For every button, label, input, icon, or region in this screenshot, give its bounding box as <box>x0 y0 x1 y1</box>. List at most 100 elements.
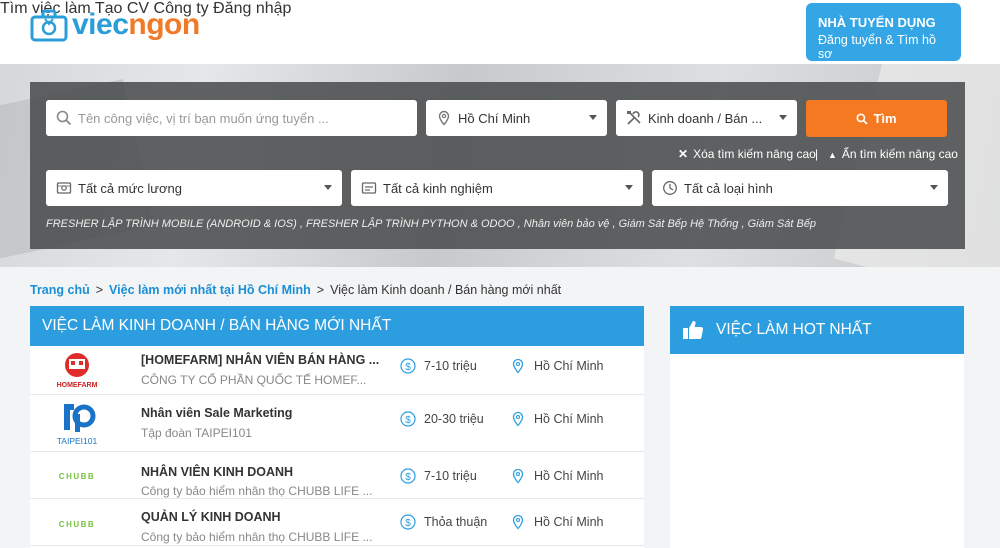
chevron-down-icon <box>324 185 332 190</box>
svg-text:$: $ <box>405 472 411 483</box>
search-icon <box>56 110 72 126</box>
hot-keyword-link[interactable]: FRESHER LẬP TRÌNH MOBILE (ANDROID & IOS) <box>46 218 297 230</box>
hide-advanced-label: Ẩn tìm kiếm nâng cao <box>841 147 958 161</box>
breadcrumb-latest-jobs[interactable]: Việc làm mới nhất tại Hồ Chí Minh <box>109 283 311 297</box>
company-logo[interactable]: CHUBB <box>52 455 102 495</box>
job-title[interactable]: QUẢN LÝ KINH DOANH <box>141 510 281 524</box>
search-button[interactable]: Tìm <box>806 100 947 137</box>
keyword-separator: , <box>738 218 748 230</box>
map-pin-icon <box>512 411 524 427</box>
dollar-icon: $ <box>400 514 416 530</box>
job-salary-value: Thỏa thuận <box>424 515 488 529</box>
company-logo-text: CHUBB <box>59 520 95 529</box>
job-row[interactable]: CHUBB QUẢN LÝ KINH DOANH Công ty bảo hiể… <box>30 499 644 546</box>
job-salary-value: 7-10 triệu <box>424 469 477 483</box>
job-location-value: Hồ Chí Minh <box>534 359 604 373</box>
job-row[interactable]: HOMEFARM [HOMEFARM] NHÂN VIÊN BÁN HÀNG .… <box>30 346 644 395</box>
job-type-value: Tất cả loại hình <box>684 180 773 196</box>
job-company[interactable]: Công ty bảo hiểm nhân thọ CHUBB LIFE ... <box>141 530 372 544</box>
nav-login[interactable]: Đăng nhập <box>213 0 291 17</box>
job-salary-value: 20-30 triệu <box>424 412 484 426</box>
company-logo[interactable]: CHUBB <box>52 502 102 542</box>
dollar-icon: $ <box>400 468 416 484</box>
hot-keywords: FRESHER LẬP TRÌNH MOBILE (ANDROID & IOS)… <box>46 218 816 230</box>
job-salary: $ Thỏa thuận <box>400 514 487 530</box>
hot-keyword-link[interactable]: Giám Sát Bếp <box>748 218 816 230</box>
chevron-up-icon: ▲ <box>828 150 837 160</box>
breadcrumb-current: Việc làm Kinh doanh / Bán hàng mới nhất <box>330 283 562 297</box>
site-header: viecngon Tìm việc làm Tạo CV Công ty Đăn… <box>0 0 1000 64</box>
job-title[interactable]: [HOMEFARM] NHÂN VIÊN BÁN HÀNG ... <box>141 353 379 367</box>
keyword-separator: , <box>514 218 524 230</box>
job-location: Hồ Chí Minh <box>510 468 603 484</box>
search-icon <box>856 112 868 125</box>
job-title[interactable]: NHÂN VIÊN KINH DOANH <box>141 465 293 479</box>
logo-wordmark: viecngon <box>72 8 200 41</box>
hero-banner: Tên công việc, vị trí bạn muốn ứng tuyển… <box>0 64 1000 267</box>
site-logo[interactable]: viecngon <box>30 8 200 42</box>
map-pin-icon <box>512 514 524 530</box>
breadcrumb-home[interactable]: Trang chủ <box>30 283 90 297</box>
company-logo[interactable]: HOMEFARM <box>52 350 102 390</box>
thumbs-up-icon <box>683 321 704 339</box>
hot-keyword-link[interactable]: FRESHER LẬP TRÌNH PYTHON & ODOO <box>306 218 515 230</box>
job-location: Hồ Chí Minh <box>510 411 603 427</box>
location-select[interactable]: Hồ Chí Minh <box>426 100 607 136</box>
job-company[interactable]: CÔNG TY CỔ PHẦN QUỐC TẾ HOMEF... <box>141 373 366 387</box>
hot-jobs-header: VIỆC LÀM HOT NHẤT <box>670 306 964 354</box>
chevron-down-icon <box>930 185 938 190</box>
experience-select[interactable]: Tất cả kinh nghiệm <box>351 170 643 206</box>
job-row[interactable]: TAIPEI101 Nhân viên Sale Marketing Tập đ… <box>30 395 644 452</box>
job-row[interactable]: CHUBB NHÂN VIÊN KINH DOANH Công ty bảo h… <box>30 452 644 499</box>
category-select[interactable]: Kinh doanh / Bán ... <box>616 100 797 136</box>
job-company[interactable]: Tập đoàn TAIPEI101 <box>141 426 252 440</box>
job-location-value: Hồ Chí Minh <box>534 412 604 426</box>
job-title[interactable]: Nhân viên Sale Marketing <box>141 406 292 420</box>
svg-text:$: $ <box>405 518 411 529</box>
category-value: Kinh doanh / Bán ... <box>648 110 763 126</box>
company-logo[interactable]: TAIPEI101 <box>52 400 102 448</box>
job-list-title: VIỆC LÀM KINH DOANH / BÁN HÀNG MỚI NHẤT <box>30 306 644 346</box>
company-logo-text: HOMEFARM <box>57 382 98 389</box>
recruiter-button[interactable]: NHÀ TUYỂN DỤNG Đăng tuyển & Tìm hồ sơ <box>806 3 961 61</box>
close-icon: ✕ <box>678 147 689 161</box>
breadcrumb-separator: > <box>316 283 325 297</box>
job-salary: $ 7-10 triệu <box>400 468 477 484</box>
job-location-value: Hồ Chí Minh <box>534 515 604 529</box>
job-company[interactable]: Công ty bảo hiểm nhân thọ CHUBB LIFE ... <box>141 484 372 498</box>
tools-icon <box>626 110 642 126</box>
keyword-placeholder: Tên công việc, vị trí bạn muốn ứng tuyển… <box>78 110 329 126</box>
company-logo-text: CHUBB <box>59 472 95 481</box>
recruiter-subtitle: Đăng tuyển & Tìm hồ sơ <box>818 33 936 61</box>
dollar-icon: $ <box>400 358 416 374</box>
briefcase-logo-icon <box>30 8 68 42</box>
svg-text:$: $ <box>405 415 411 426</box>
hot-jobs-title: VIỆC LÀM HOT NHẤT <box>716 321 872 338</box>
dollar-icon: $ <box>400 411 416 427</box>
breadcrumb: Trang chủ > Việc làm mới nhất tại Hồ Chí M… <box>30 283 561 297</box>
job-type-select[interactable]: Tất cả loại hình <box>652 170 948 206</box>
keyword-separator: , <box>609 218 619 230</box>
chevron-down-icon <box>589 115 597 120</box>
search-button-label: Tìm <box>873 111 897 126</box>
clear-advanced-search-link[interactable]: ✕ Xóa tìm kiếm nâng cao <box>678 147 816 161</box>
location-value: Hồ Chí Minh <box>458 110 531 126</box>
money-icon <box>56 180 72 196</box>
map-pin-icon <box>512 358 524 374</box>
job-location: Hồ Chí Minh <box>510 358 603 374</box>
keyword-separator: , <box>296 218 306 230</box>
keyword-search-input[interactable]: Tên công việc, vị trí bạn muốn ứng tuyển… <box>46 100 417 136</box>
hot-keyword-link[interactable]: Nhân viên bảo vệ <box>524 218 610 230</box>
recruiter-title: NHÀ TUYỂN DỤNG <box>818 15 936 30</box>
job-list-panel: VIỆC LÀM KINH DOANH / BÁN HÀNG MỚI NHẤT … <box>30 306 644 548</box>
job-salary-value: 7-10 triệu <box>424 359 477 373</box>
job-salary: $ 7-10 triệu <box>400 358 477 374</box>
search-panel: Tên công việc, vị trí bạn muốn ứng tuyển… <box>30 82 965 249</box>
salary-select[interactable]: Tất cả mức lương <box>46 170 342 206</box>
company-logo-text: TAIPEI101 <box>57 436 98 446</box>
breadcrumb-separator: > <box>95 283 104 297</box>
hide-advanced-search-link[interactable]: ▲ Ẩn tìm kiếm nâng cao <box>828 147 958 161</box>
experience-value: Tất cả kinh nghiệm <box>383 180 493 196</box>
hot-keyword-link[interactable]: Giám Sát Bếp Hệ Thống <box>619 218 739 230</box>
salary-value: Tất cả mức lương <box>78 180 182 196</box>
